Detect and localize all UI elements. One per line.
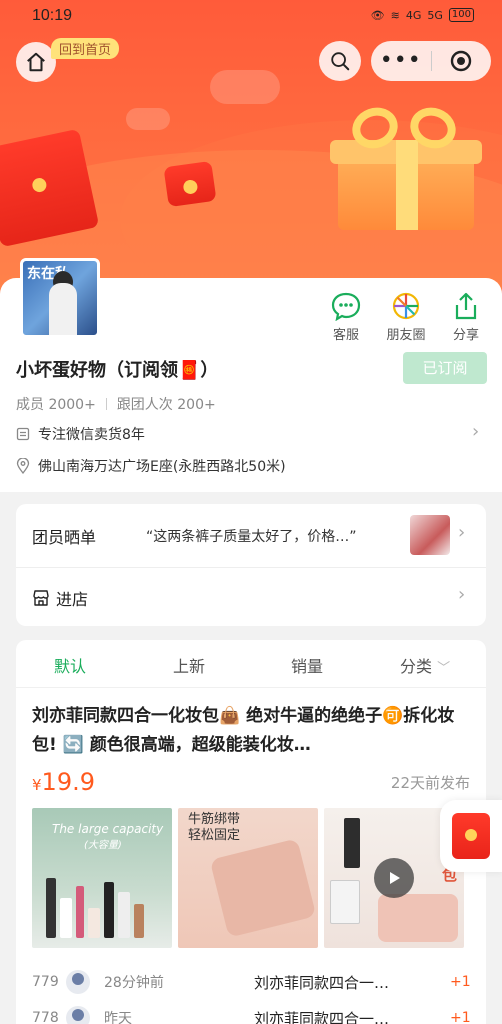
order-quantity: +1 bbox=[450, 974, 471, 990]
subscribe-button[interactable]: 已订阅 bbox=[403, 352, 487, 384]
search-button[interactable] bbox=[319, 41, 361, 81]
reviews-title: 团员晒单 bbox=[32, 528, 97, 547]
order-row: 779 28分钟前 刘亦菲同款四合一… +1 bbox=[32, 968, 472, 996]
search-icon bbox=[331, 52, 350, 71]
price-currency: ¥ bbox=[32, 776, 42, 794]
mini-program-capsule: ••• bbox=[371, 41, 491, 81]
order-product: 刘亦菲同款四合一… bbox=[254, 973, 390, 992]
gift-ribbon-decoration bbox=[396, 140, 418, 230]
buyer-avatar bbox=[66, 970, 90, 994]
feed-tabs: 默认 上新 销量 分类 ﹀ bbox=[16, 640, 486, 688]
share-icon bbox=[455, 292, 477, 320]
post-price: ¥19.9 bbox=[32, 768, 95, 796]
shop-avatar[interactable]: 东在私 bbox=[20, 258, 100, 338]
order-time: 28分钟前 bbox=[104, 975, 164, 991]
floating-red-packet[interactable] bbox=[440, 800, 502, 872]
store-icon bbox=[33, 590, 49, 606]
buyer-avatar bbox=[66, 1006, 90, 1024]
status-bar: 10:19 👁 ≋ 4G 5G 100 bbox=[0, 0, 502, 32]
profile-actions: 客服 朋友圈 分享 bbox=[324, 290, 488, 343]
play-icon bbox=[390, 872, 400, 884]
product-image[interactable]: The large capacity (大容量) bbox=[32, 808, 172, 948]
shop-description-row[interactable]: 专注微信卖货8年 bbox=[16, 424, 145, 444]
moments-button[interactable]: 朋友圈 bbox=[384, 290, 428, 343]
price-value: 19.9 bbox=[41, 768, 95, 796]
image-caption: (大容量) bbox=[84, 840, 122, 851]
chevron-right-icon: › bbox=[458, 584, 466, 605]
order-row: 778 昨天 刘亦菲同款四合一… +1 bbox=[32, 1004, 472, 1024]
video-play-button[interactable] bbox=[374, 858, 414, 898]
shop-name: 小坏蛋好物（订阅领🧧） bbox=[16, 360, 219, 381]
chevron-right-icon: › bbox=[458, 522, 466, 543]
close-mini-program-button[interactable] bbox=[431, 49, 491, 73]
member-count: 成员 2000+ bbox=[16, 397, 96, 413]
tab-new[interactable]: 上新 bbox=[173, 653, 205, 677]
action-label: 分享 bbox=[452, 328, 479, 343]
bottle-illustration bbox=[330, 880, 360, 924]
order-number: 779 bbox=[32, 974, 59, 990]
avatar-body bbox=[49, 283, 77, 335]
status-time: 10:19 bbox=[32, 7, 73, 24]
battery-icon: 100 bbox=[448, 8, 474, 22]
order-time: 昨天 bbox=[104, 1011, 132, 1024]
bag-illustration bbox=[209, 838, 317, 938]
follow-count: 跟团人次 200+ bbox=[116, 397, 216, 413]
bottle-illustration bbox=[344, 818, 360, 868]
target-icon bbox=[451, 50, 472, 72]
enter-store-label: 进店 bbox=[56, 590, 89, 609]
shop-stats: 成员 2000+ 跟团人次 200+ bbox=[16, 394, 216, 414]
post-time: 22天前发布 bbox=[390, 774, 470, 792]
bag-illustration bbox=[378, 894, 458, 942]
back-home-tag[interactable]: 回到首页 bbox=[51, 38, 120, 59]
chat-icon bbox=[331, 292, 361, 321]
red-envelope-icon bbox=[452, 813, 490, 859]
moments-icon bbox=[392, 292, 420, 320]
review-quote: “这两条裤子质量太好了，价格…” bbox=[146, 529, 357, 545]
eye-icon: 👁 bbox=[370, 8, 385, 22]
tab-category-label: 分类 bbox=[400, 657, 433, 676]
tab-default[interactable]: 默认 bbox=[54, 653, 86, 677]
enter-store-row[interactable]: 进店 bbox=[32, 586, 88, 610]
chevron-right-icon[interactable]: › bbox=[472, 421, 479, 442]
shop-description: 专注微信卖货8年 bbox=[38, 427, 145, 443]
status-icons: 👁 ≋ 4G 5G 100 bbox=[371, 8, 474, 22]
reviews-row[interactable]: 团员晒单 “这两条裤子质量太好了，价格…” › bbox=[16, 504, 486, 568]
stats-divider bbox=[105, 398, 107, 410]
action-label: 客服 bbox=[332, 328, 359, 343]
more-options-button[interactable]: ••• bbox=[371, 50, 431, 72]
location-pin-icon bbox=[16, 458, 30, 474]
chevron-down-icon: ﹀ bbox=[437, 661, 451, 676]
signal-icon: 4G bbox=[405, 8, 422, 22]
cosmetics-illustration bbox=[46, 868, 158, 938]
image-caption: The large capacity bbox=[52, 822, 164, 836]
order-quantity: +1 bbox=[450, 1010, 471, 1024]
order-product: 刘亦菲同款四合一… bbox=[254, 1009, 390, 1024]
address-row[interactable]: 佛山南海万达广场E座(永胜西路北50米) bbox=[16, 456, 286, 476]
image-caption: 牛筋绑带 轻松固定 bbox=[188, 812, 241, 843]
cloud-decoration bbox=[210, 70, 280, 104]
order-number: 778 bbox=[32, 1010, 59, 1024]
signal-icon: 5G bbox=[427, 8, 443, 22]
tab-category[interactable]: 分类 ﹀ bbox=[400, 653, 450, 677]
shop-address: 佛山南海万达广场E座(永胜西路北50米) bbox=[38, 459, 286, 475]
home-button[interactable] bbox=[16, 42, 56, 82]
tab-sales[interactable]: 销量 bbox=[291, 653, 323, 677]
home-icon bbox=[27, 52, 45, 72]
cloud-decoration bbox=[126, 108, 170, 130]
customer-service-button[interactable]: 客服 bbox=[324, 290, 368, 343]
red-envelope-decoration bbox=[163, 160, 217, 208]
share-button[interactable]: 分享 bbox=[444, 290, 488, 343]
post-title[interactable]: 刘亦菲同款四合一化妆包👜 绝对牛逼的绝绝子🉑拆化妆包! 🔄 颜色很高端，超级能装… bbox=[32, 702, 472, 760]
product-image[interactable]: 牛筋绑带 轻松固定 bbox=[178, 808, 318, 948]
review-thumbnail bbox=[410, 515, 450, 555]
document-icon bbox=[16, 427, 30, 441]
red-envelope-decoration bbox=[0, 128, 100, 248]
reviews-card: 团员晒单 “这两条裤子质量太好了，价格…” › 进店 › bbox=[16, 504, 486, 626]
wifi-icon: ≋ bbox=[390, 8, 400, 22]
action-label: 朋友圈 bbox=[386, 328, 426, 343]
